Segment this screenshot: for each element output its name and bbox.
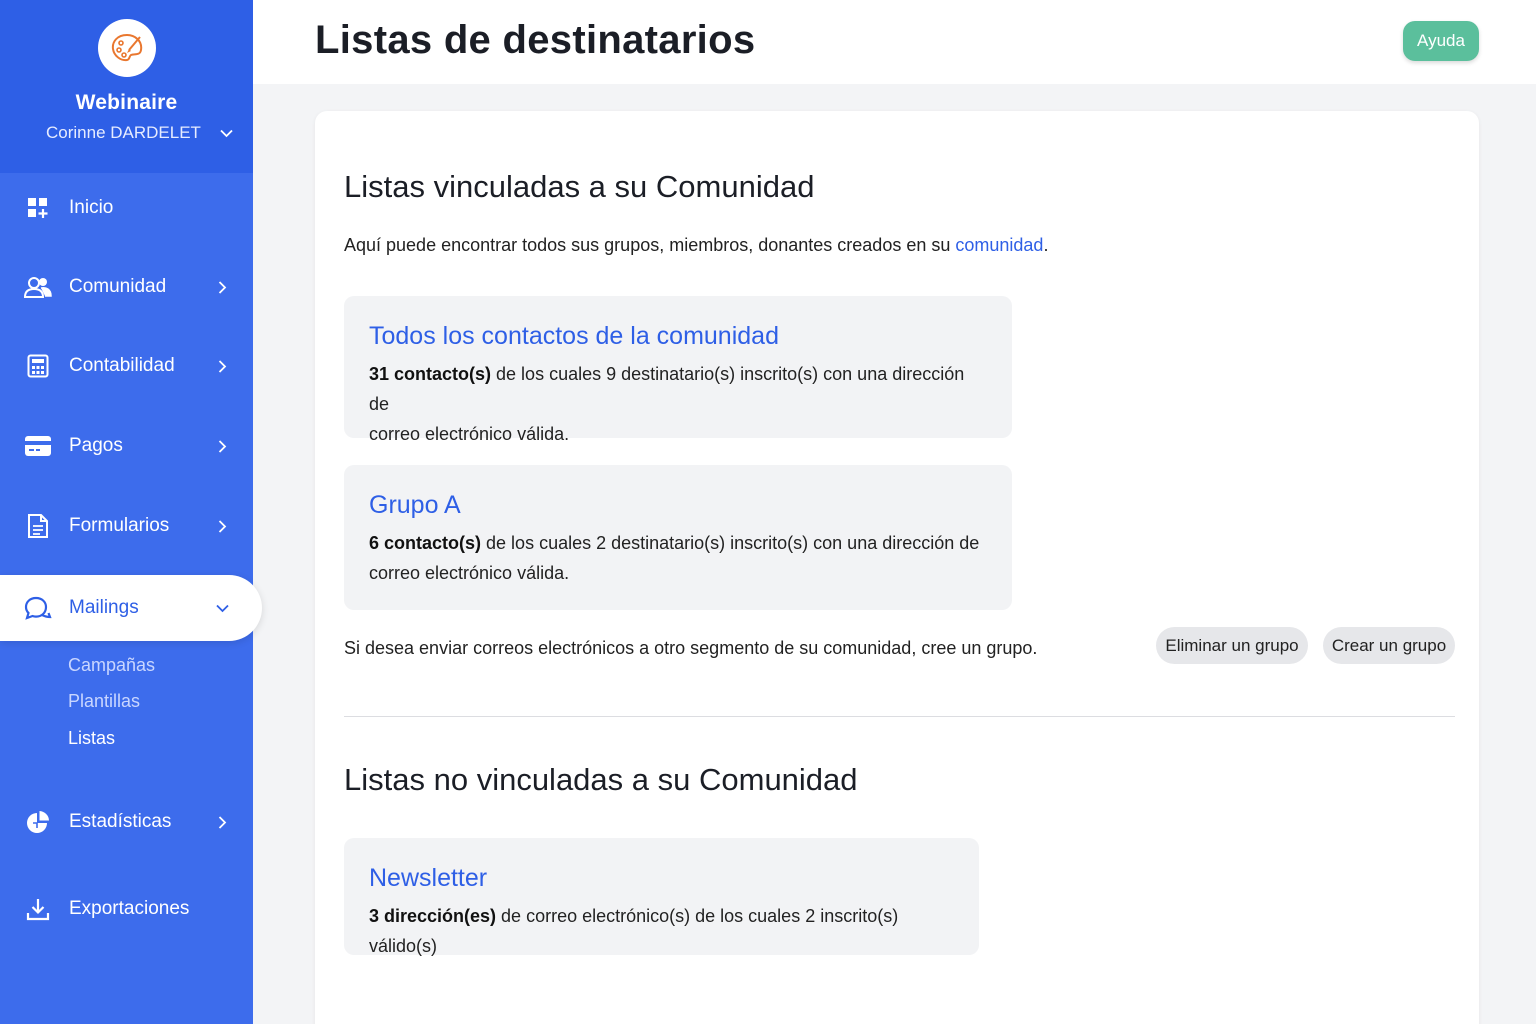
segment-hint: Si desea enviar correos electrónicos a o… xyxy=(344,638,1038,658)
credit-card-icon xyxy=(24,432,52,460)
description-text: Aquí puede encontrar todos sus grupos, m… xyxy=(344,235,956,255)
list-card-newsletter[interactable]: Newsletter 3 dirección(es) de correo ele… xyxy=(344,838,979,956)
linked-lists-title: Listas vinculadas a su Comunidad xyxy=(344,169,815,204)
pie-chart-icon xyxy=(24,808,52,836)
sidebar-item-label: Formularios xyxy=(69,515,170,536)
sidebar: Webinaire Corinne DARDELET Inicio Comuni… xyxy=(0,0,262,1024)
dashboard-icon xyxy=(24,194,52,222)
sidebar-header: Webinaire Corinne DARDELET xyxy=(0,0,253,173)
sidebar-item-pagos[interactable]: Pagos xyxy=(0,422,253,470)
sidebar-item-inicio[interactable]: Inicio xyxy=(0,184,253,232)
community-link[interactable]: comunidad xyxy=(955,235,1043,255)
help-button[interactable]: Ayuda xyxy=(1403,21,1479,61)
unlinked-lists-title: Listas no vinculadas a su Comunidad xyxy=(344,762,858,797)
palette-logo-icon xyxy=(97,19,156,77)
users-icon xyxy=(24,273,52,301)
list-title[interactable]: Todos los contactos de la comunidad xyxy=(369,322,987,351)
summary-text: correo electrónico válida. xyxy=(369,424,570,444)
chevron-down-icon xyxy=(215,601,229,615)
chevron-right-icon xyxy=(215,359,229,373)
page-title: Listas de destinatarios xyxy=(315,18,756,62)
list-title[interactable]: Newsletter xyxy=(369,864,954,893)
description-end: . xyxy=(1043,235,1049,255)
delete-group-button[interactable]: Eliminar un grupo xyxy=(1156,627,1308,664)
sidebar-item-label: Mailings xyxy=(69,597,139,618)
list-summary: 3 dirección(es) de correo electrónico(s)… xyxy=(369,901,954,961)
contact-count: 6 contacto(s) xyxy=(369,533,482,553)
sidebar-item-formularios[interactable]: Formularios xyxy=(0,502,253,550)
list-card-all-contacts[interactable]: Todos los contactos de la comunidad 31 c… xyxy=(344,296,1012,444)
sidebar-subitem-campanas[interactable]: Campañas xyxy=(68,655,155,676)
sidebar-subitem-listas[interactable]: Listas xyxy=(68,728,115,749)
sidebar-item-label: Comunidad xyxy=(69,276,167,297)
address-count: 3 dirección(es) xyxy=(369,906,497,926)
sidebar-item-label: Exportaciones xyxy=(69,898,190,919)
sidebar-item-exportaciones[interactable]: Exportaciones xyxy=(0,885,253,933)
create-group-button[interactable]: Crear un grupo xyxy=(1323,627,1455,664)
list-summary: 6 contacto(s) de los cuales 2 destinatar… xyxy=(369,528,987,588)
sidebar-subitem-plantillas[interactable]: Plantillas xyxy=(68,691,140,712)
document-icon xyxy=(24,512,52,540)
sidebar-item-label: Contabilidad xyxy=(69,355,175,376)
linked-lists-description: Aquí puede encontrar todos sus grupos, m… xyxy=(344,235,1048,256)
chevron-right-icon xyxy=(215,815,229,829)
download-icon xyxy=(24,895,52,923)
chevron-right-icon xyxy=(215,439,229,453)
sidebar-item-label: Inicio xyxy=(69,197,114,218)
chevron-right-icon xyxy=(215,519,229,533)
chat-icon xyxy=(24,594,52,622)
sidebar-item-contabilidad[interactable]: Contabilidad xyxy=(0,342,253,390)
section-divider xyxy=(344,716,1455,717)
list-summary: 31 contacto(s) de los cuales 9 destinata… xyxy=(369,359,987,449)
sidebar-item-label: Pagos xyxy=(69,435,123,456)
chevron-right-icon xyxy=(215,280,229,294)
user-name: Corinne DARDELET xyxy=(46,123,201,142)
list-card-grupo-a[interactable]: Grupo A 6 contacto(s) de los cuales 2 de… xyxy=(344,465,1012,610)
sidebar-item-mailings[interactable]: Mailings xyxy=(0,575,262,641)
user-menu[interactable]: Corinne DARDELET xyxy=(0,123,253,143)
list-title[interactable]: Grupo A xyxy=(369,491,987,520)
calculator-icon xyxy=(24,352,52,380)
chevron-down-icon xyxy=(219,126,233,140)
sidebar-item-label: Estadísticas xyxy=(69,811,172,832)
contact-count: 31 contacto(s) xyxy=(369,364,492,384)
top-bar: Listas de destinatarios Ayuda xyxy=(253,0,1536,84)
summary-text: correo electrónico válida. xyxy=(369,563,570,583)
summary-text: de los cuales 2 destinatario(s) inscrito… xyxy=(481,533,980,553)
main-card: Listas vinculadas a su Comunidad Aquí pu… xyxy=(315,111,1479,1024)
sidebar-item-estadisticas[interactable]: Estadísticas xyxy=(0,798,253,846)
org-name: Webinaire xyxy=(75,91,178,114)
sidebar-item-comunidad[interactable]: Comunidad xyxy=(0,263,253,311)
